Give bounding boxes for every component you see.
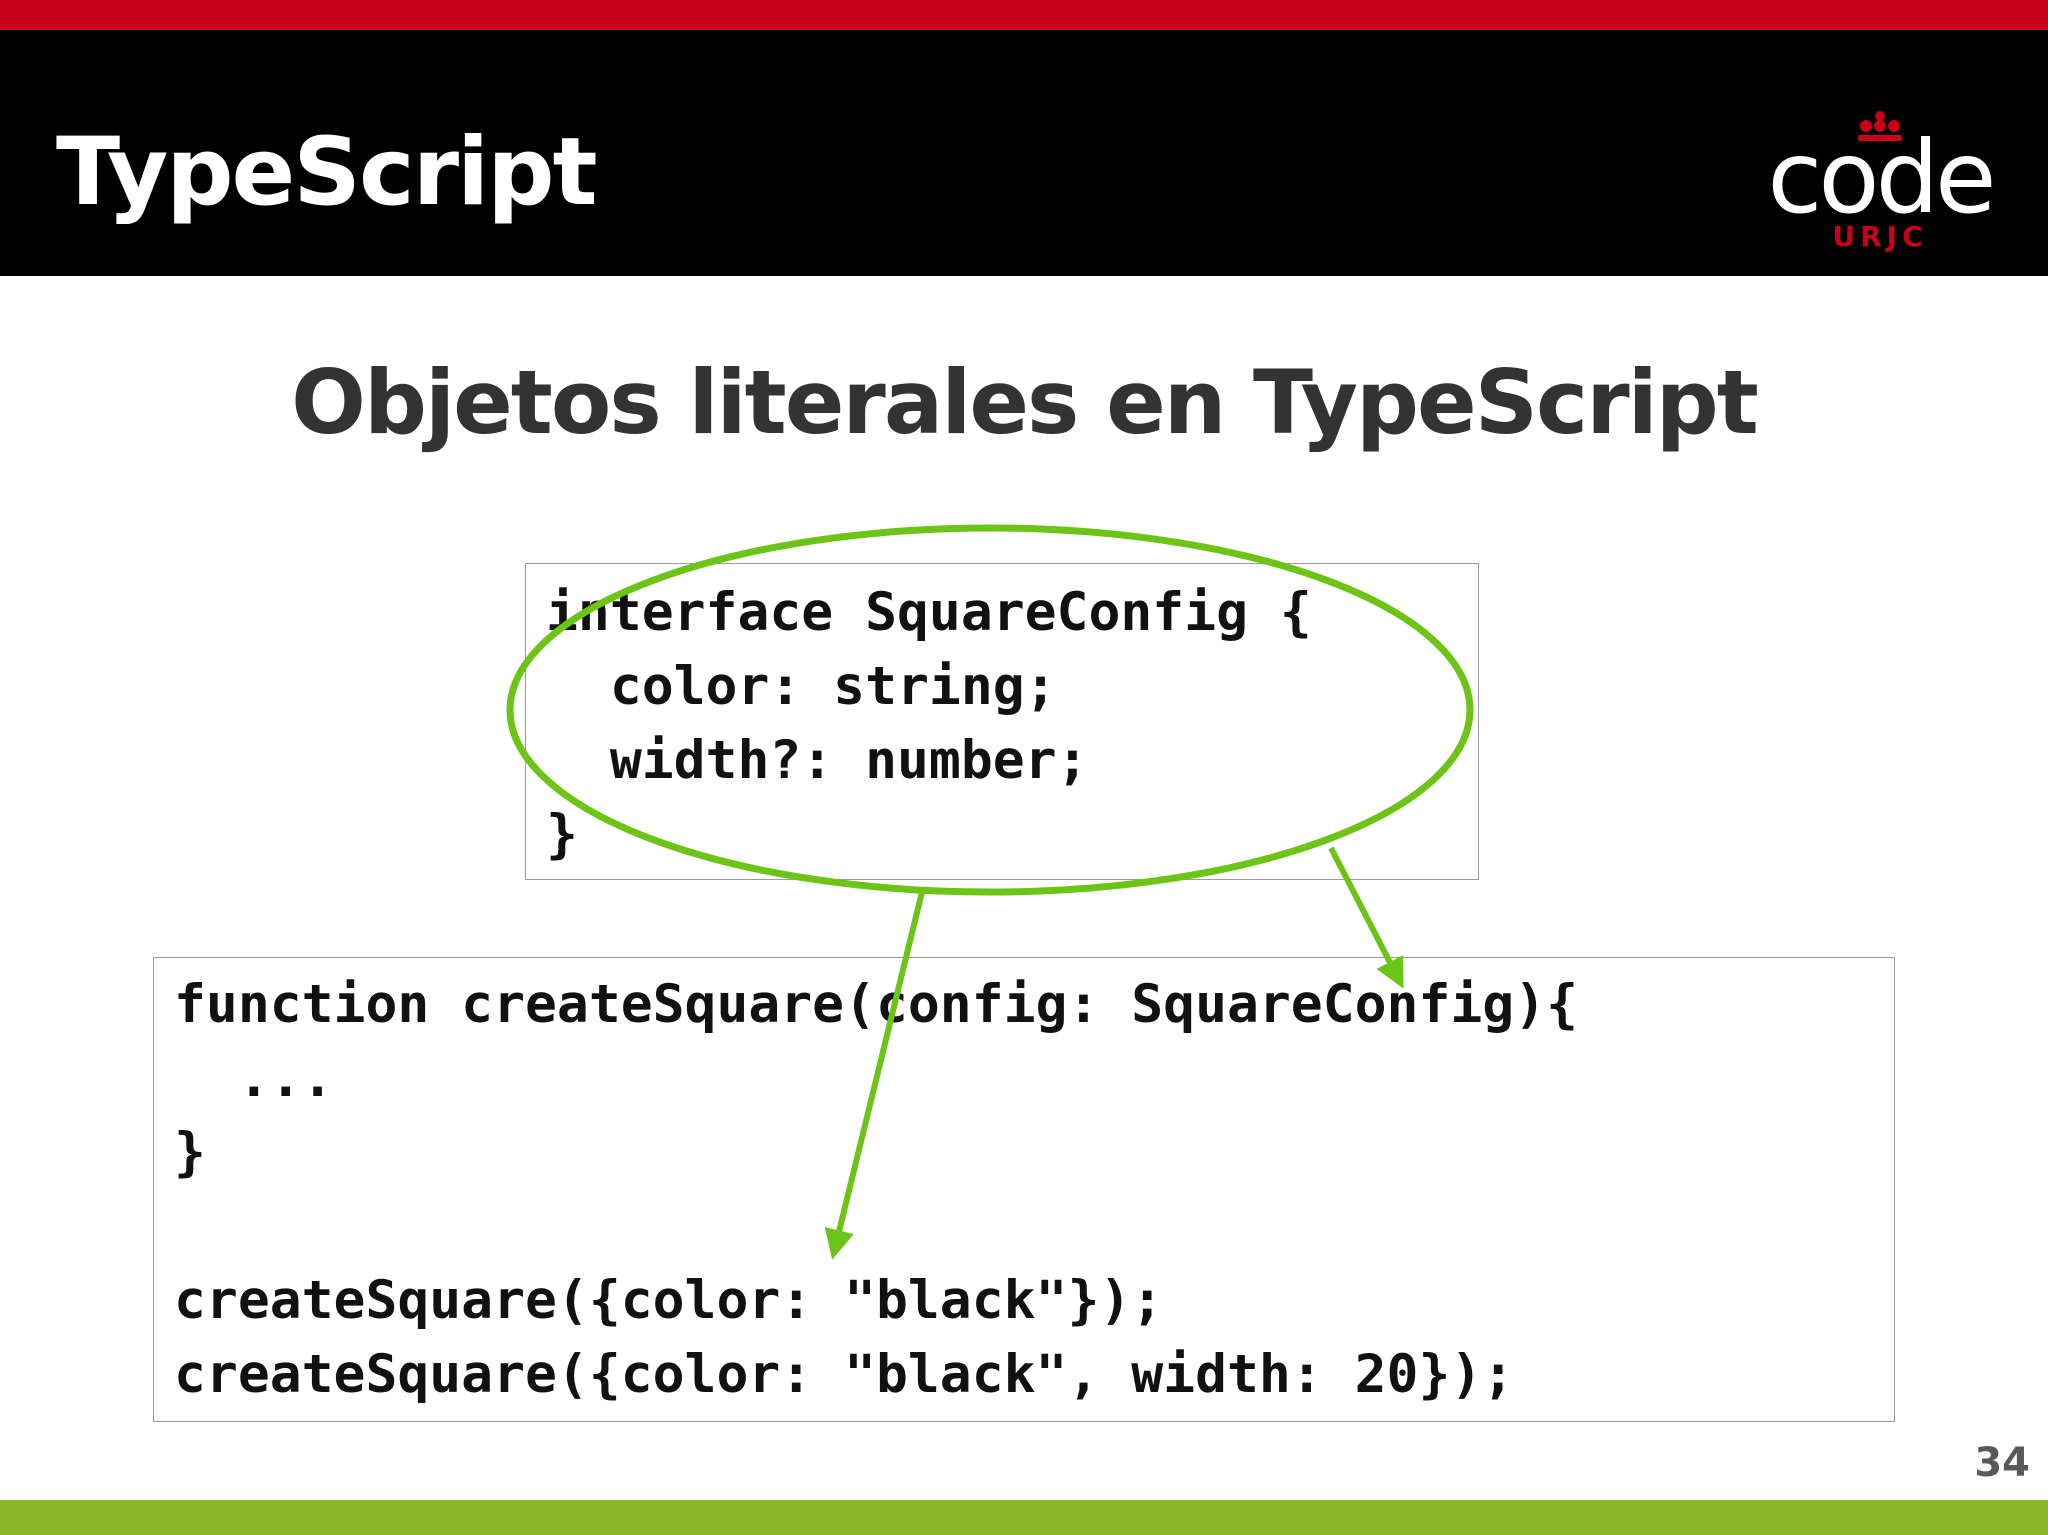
logo-subtitle: URJC xyxy=(1832,220,1928,253)
code-urjc-logo: code URJC xyxy=(1760,110,2000,260)
code-line: function createSquare(config: SquareConf… xyxy=(174,974,1578,1035)
code-line: interface SquareConfig { xyxy=(546,582,1312,643)
slide-header: TypeScript code URJC xyxy=(0,30,2048,276)
interface-code-block: interface SquareConfig { color: string; … xyxy=(525,563,1479,880)
logo-wordmark: code xyxy=(1767,119,1996,236)
code-line: } xyxy=(174,1122,206,1183)
code-line: width?: number; xyxy=(546,730,1089,791)
code-line: createSquare({color: "black"}); xyxy=(174,1270,1164,1331)
code-line: color: string; xyxy=(546,656,1057,717)
slide-title: Objetos literales en TypeScript xyxy=(291,351,1759,454)
function-code-block: function createSquare(config: SquareConf… xyxy=(153,957,1895,1422)
page-number: 34 xyxy=(1974,1440,2030,1486)
code-line: ... xyxy=(174,1048,334,1109)
code-line: } xyxy=(546,804,578,865)
code-line: createSquare({color: "black", width: 20}… xyxy=(174,1344,1515,1405)
bottom-accent-bar xyxy=(0,1500,2048,1535)
top-accent-stripe xyxy=(0,0,2048,30)
header-title: TypeScript xyxy=(56,118,598,227)
